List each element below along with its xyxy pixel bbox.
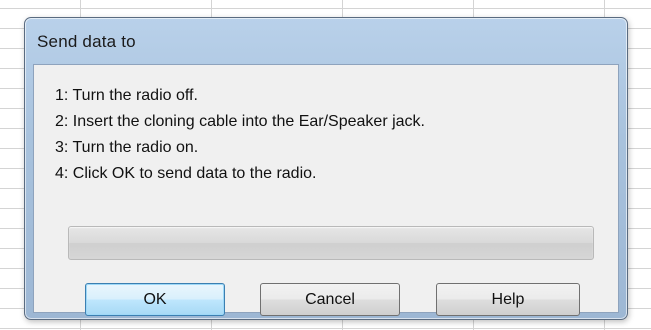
progress-bar: [68, 226, 594, 260]
instruction-list: 1: Turn the radio off. 2: Insert the clo…: [55, 83, 425, 187]
send-data-dialog: Send data to 1: Turn the radio off. 2: I…: [24, 17, 628, 320]
ok-button[interactable]: OK: [85, 283, 225, 316]
dialog-title: Send data to: [37, 32, 136, 51]
instruction-step-2: 2: Insert the cloning cable into the Ear…: [55, 113, 425, 130]
instruction-step-3: 3: Turn the radio on.: [55, 139, 199, 156]
instruction-step-4: 4: Click OK to send data to the radio.: [55, 165, 317, 182]
cancel-button[interactable]: Cancel: [260, 283, 400, 316]
dialog-client-area: 1: Turn the radio off. 2: Insert the clo…: [33, 64, 619, 316]
help-button[interactable]: Help: [436, 283, 580, 316]
instruction-step-1: 1: Turn the radio off.: [55, 87, 198, 104]
